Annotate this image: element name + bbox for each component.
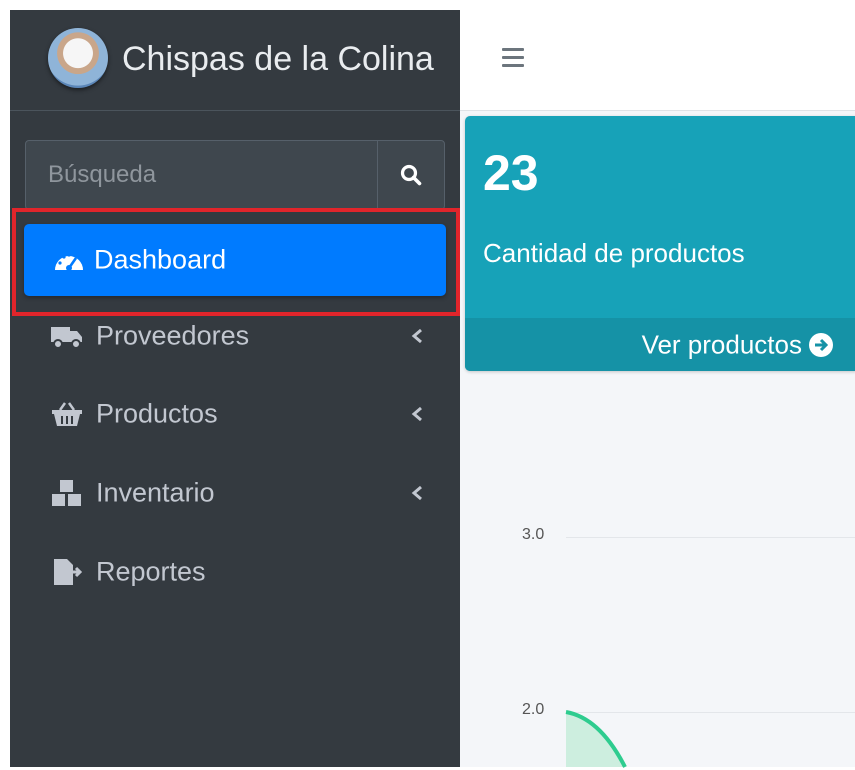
search-button[interactable]: [377, 141, 444, 209]
chart-area: [565, 710, 627, 768]
sidebar-item-productos[interactable]: Productos: [24, 384, 446, 444]
brand[interactable]: Chispas de la Colina: [10, 10, 460, 111]
sidebar-item-label: Inventario: [96, 477, 215, 508]
brand-logo: [48, 28, 108, 88]
arrow-circle-right-icon: [809, 332, 833, 357]
product-count: 23: [483, 145, 539, 201]
chevron-left-icon: [411, 328, 422, 344]
gridline: [566, 537, 855, 538]
chevron-left-icon: [411, 485, 422, 501]
sidebar-item-inventario[interactable]: Inventario: [24, 463, 446, 523]
chevron-left-icon: [411, 406, 422, 422]
card-label: Cantidad de productos: [483, 238, 745, 268]
top-navbar: [460, 10, 855, 111]
sidebar-item-proveedores[interactable]: Proveedores: [24, 306, 446, 366]
boxes-icon: [52, 480, 81, 506]
search-input[interactable]: [26, 141, 378, 209]
sidebar-item-reportes[interactable]: Reportes: [24, 542, 446, 602]
file-export-icon: [54, 559, 83, 585]
basket-icon: [52, 402, 82, 426]
y-tick-label: 3.0: [522, 526, 545, 543]
sidebar-item-dashboard[interactable]: Dashboard: [24, 224, 446, 296]
menu-toggle-icon[interactable]: [502, 48, 524, 68]
area-series-fill: [566, 712, 625, 767]
sidebar-item-label: Reportes: [96, 556, 206, 587]
view-products-link[interactable]: Ver productos: [642, 329, 802, 360]
sidebar-item-label: Dashboard: [94, 244, 227, 275]
sidebar-search: [25, 140, 445, 210]
sidebar: Chispas de la Colina Dashboard: [10, 10, 460, 767]
search-icon: [400, 164, 422, 186]
card-footer-link[interactable]: Ver productos: [465, 318, 855, 371]
brand-name: Chispas de la Colina: [122, 40, 434, 78]
products-info-card: 23 Cantidad de productos Ver productos: [465, 116, 855, 371]
tachometer-icon: [55, 253, 83, 271]
sidebar-item-label: Productos: [96, 398, 218, 429]
sidebar-item-label: Proveedores: [96, 320, 250, 351]
truck-icon: [51, 327, 82, 349]
